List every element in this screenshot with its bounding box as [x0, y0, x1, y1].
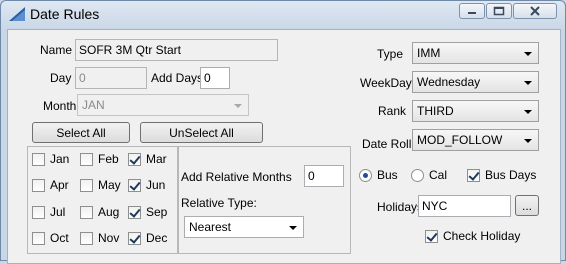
- month-checkbox-jun[interactable]: Jun: [128, 178, 165, 192]
- checkbox-checked-indicator: [128, 205, 141, 219]
- name-field[interactable]: SOFR 3M Qtr Start: [75, 39, 278, 61]
- type-select[interactable]: IMM: [412, 42, 539, 64]
- add-days-field[interactable]: 0: [200, 67, 230, 89]
- month-checkbox-label: Mar: [146, 152, 167, 166]
- app-icon: [9, 7, 25, 21]
- date-roll-select[interactable]: MOD_FOLLOW: [412, 129, 539, 151]
- bus-radio-label: Bus: [377, 168, 398, 182]
- minimize-icon: [468, 12, 476, 14]
- month-checkbox-sep[interactable]: Sep: [128, 205, 167, 219]
- cal-radio[interactable]: Cal: [411, 168, 447, 182]
- relative-type-select[interactable]: Nearest: [184, 216, 304, 238]
- month-checkbox-label: Sep: [146, 205, 168, 219]
- checkbox-checked-indicator: [425, 229, 438, 243]
- checkbox-indicator: [32, 152, 45, 166]
- bus-days-label: Bus Days: [485, 168, 537, 182]
- chevron-down-icon: [289, 226, 297, 230]
- maximize-button[interactable]: [486, 3, 512, 19]
- month-checkbox-apr[interactable]: Apr: [32, 178, 69, 192]
- month-checkbox-dec[interactable]: Dec: [128, 231, 167, 245]
- month-checkbox-aug[interactable]: Aug: [80, 205, 119, 219]
- rank-select-value: THIRD: [417, 104, 454, 118]
- date-rules-window: Date Rules Name SOFR 3M Qtr Start Day 0 …: [0, 0, 566, 264]
- checkbox-checked-indicator: [128, 152, 141, 166]
- name-label: Name: [40, 43, 73, 57]
- window-title: Date Rules: [30, 6, 100, 22]
- month-checkbox-label: Jul: [50, 205, 66, 219]
- relative-type-value: Nearest: [189, 220, 232, 234]
- weekday-select-value: Wednesday: [417, 75, 481, 89]
- checkbox-checked-indicator: [467, 168, 480, 182]
- cal-radio-label: Cal: [429, 168, 448, 182]
- checkbox-checked-indicator: [128, 231, 141, 245]
- close-button[interactable]: [513, 3, 557, 19]
- month-checkbox-mar[interactable]: Mar: [128, 152, 167, 166]
- minimize-button[interactable]: [459, 3, 485, 19]
- date-roll-select-value: MOD_FOLLOW: [417, 133, 503, 147]
- checkbox-indicator: [80, 178, 93, 192]
- holidays-label: Holidays: [377, 200, 424, 214]
- unselect-all-button[interactable]: UnSelect All: [140, 122, 263, 143]
- month-checkbox-feb[interactable]: Feb: [80, 152, 119, 166]
- weekday-select[interactable]: Wednesday: [412, 71, 539, 93]
- month-checkbox-jan[interactable]: Jan: [32, 152, 69, 166]
- month-label: Month: [43, 99, 77, 113]
- checkbox-indicator: [32, 178, 45, 192]
- month-select-value: JAN: [82, 98, 105, 112]
- chevron-down-icon: [524, 81, 532, 85]
- month-checkbox-may[interactable]: May: [80, 178, 121, 192]
- content-panel: Name SOFR 3M Qtr Start Day 0 Add Days 0 …: [7, 29, 561, 264]
- title-bar: Date Rules: [1, 1, 565, 27]
- month-checkbox-label: Apr: [50, 178, 69, 192]
- checkbox-indicator: [32, 231, 45, 245]
- checkbox-indicator: [80, 205, 93, 219]
- holidays-browse-button[interactable]: ...: [515, 195, 539, 216]
- month-checkbox-label: Nov: [98, 231, 120, 245]
- month-checkbox-oct[interactable]: Oct: [32, 231, 69, 245]
- bus-days-checkbox[interactable]: Bus Days: [467, 168, 536, 182]
- radio-selected-indicator: [359, 168, 372, 182]
- month-checkbox-label: May: [98, 178, 121, 192]
- rank-select[interactable]: THIRD: [412, 100, 539, 122]
- bus-radio[interactable]: Bus: [359, 168, 398, 182]
- add-relative-months-field[interactable]: 0: [304, 165, 344, 187]
- weekday-label: WeekDay: [360, 76, 412, 90]
- close-icon: [530, 6, 540, 16]
- chevron-down-icon: [234, 104, 242, 108]
- date-roll-label: Date Roll: [362, 137, 412, 151]
- month-checkbox-label: Jun: [146, 178, 166, 192]
- month-checkbox-label: Oct: [50, 231, 69, 245]
- holidays-field[interactable]: NYC: [418, 195, 511, 217]
- add-relative-months-label: Add Relative Months: [181, 170, 292, 184]
- rank-label: Rank: [378, 104, 407, 118]
- month-select[interactable]: JAN: [77, 94, 249, 116]
- type-label: Type: [377, 47, 404, 61]
- radio-indicator: [411, 168, 424, 182]
- checkbox-indicator: [80, 152, 93, 166]
- checkbox-indicator: [32, 205, 45, 219]
- month-checkbox-label: Feb: [98, 152, 119, 166]
- check-holiday-label: Check Holiday: [443, 229, 521, 243]
- month-checkbox-label: Jan: [50, 152, 70, 166]
- checkbox-indicator: [80, 231, 93, 245]
- check-holiday-checkbox[interactable]: Check Holiday: [425, 229, 520, 243]
- day-label: Day: [50, 71, 72, 85]
- chevron-down-icon: [524, 52, 532, 56]
- type-select-value: IMM: [417, 46, 441, 60]
- select-all-button[interactable]: Select All: [32, 122, 130, 143]
- month-checkbox-jul[interactable]: Jul: [32, 205, 65, 219]
- month-checkbox-label: Aug: [98, 205, 120, 219]
- chevron-down-icon: [524, 139, 532, 143]
- month-checkbox-nov[interactable]: Nov: [80, 231, 119, 245]
- relative-type-label: Relative Type:: [181, 196, 257, 210]
- checkbox-checked-indicator: [128, 178, 141, 192]
- day-field[interactable]: 0: [75, 67, 147, 89]
- maximize-icon: [493, 6, 505, 16]
- month-checkbox-label: Dec: [146, 231, 168, 245]
- chevron-down-icon: [524, 110, 532, 114]
- add-days-label: Add Days: [151, 71, 204, 85]
